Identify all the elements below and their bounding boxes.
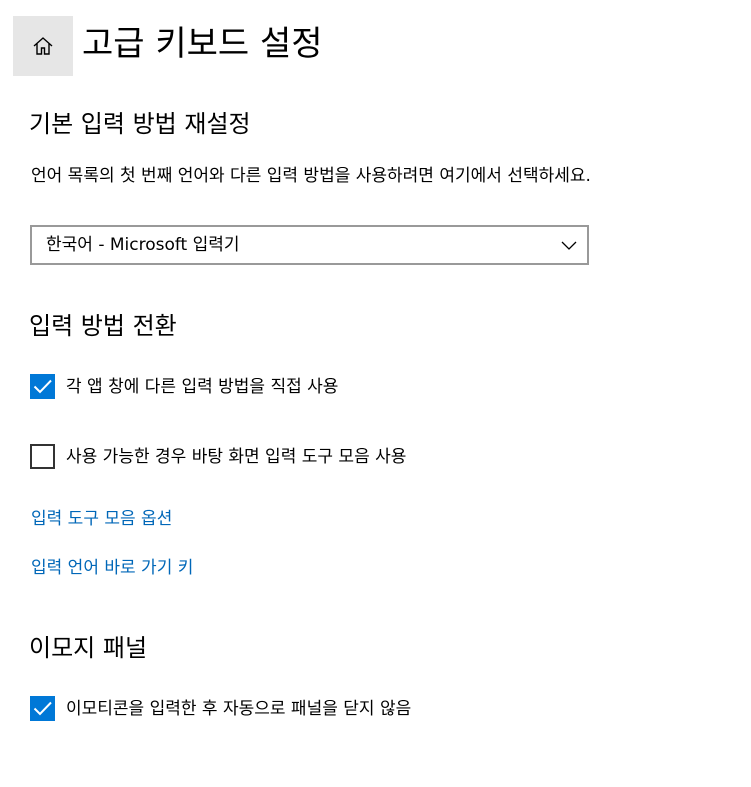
toolbar-options-link[interactable]: 입력 도구 모음 옵션: [31, 507, 172, 531]
default-input-dropdown[interactable]: 한국어 - Microsoft 입력기: [30, 225, 589, 265]
checkmark-icon: [33, 701, 52, 716]
home-button[interactable]: [13, 16, 73, 76]
checkbox-row-emoji-auto-close[interactable]: 이모티콘을 입력한 후 자동으로 패널을 닫지 않음: [30, 696, 411, 721]
checkbox-row-per-app-input[interactable]: 각 앱 창에 다른 입력 방법을 직접 사용: [30, 374, 338, 399]
per-app-input-checkbox[interactable]: [30, 374, 55, 399]
dropdown-selected-value: 한국어 - Microsoft 입력기: [46, 235, 240, 255]
settings-page: 고급 키보드 설정 기본 입력 방법 재설정 언어 목록의 첫 번째 언어와 다…: [0, 0, 751, 787]
home-icon: [33, 37, 53, 55]
section-title-default-input: 기본 입력 방법 재설정: [29, 110, 251, 138]
page-title: 고급 키보드 설정: [82, 24, 323, 64]
per-app-input-label: 각 앱 창에 다른 입력 방법을 직접 사용: [66, 376, 339, 397]
input-language-hotkeys-link[interactable]: 입력 언어 바로 가기 키: [31, 556, 193, 580]
default-input-description: 언어 목록의 첫 번째 언어와 다른 입력 방법을 사용하려면 여기에서 선택하…: [31, 166, 591, 186]
desktop-toolbar-checkbox[interactable]: [30, 444, 55, 469]
checkbox-row-desktop-toolbar[interactable]: 사용 가능한 경우 바탕 화면 입력 도구 모음 사용: [30, 444, 406, 469]
section-title-emoji-panel: 이모지 패널: [29, 634, 148, 662]
section-title-input-switch: 입력 방법 전환: [29, 312, 177, 340]
desktop-toolbar-label: 사용 가능한 경우 바탕 화면 입력 도구 모음 사용: [66, 446, 407, 467]
checkmark-icon: [33, 379, 52, 394]
chevron-down-icon: [561, 241, 577, 250]
emoji-auto-close-checkbox[interactable]: [30, 696, 55, 721]
emoji-auto-close-label: 이모티콘을 입력한 후 자동으로 패널을 닫지 않음: [66, 698, 412, 719]
